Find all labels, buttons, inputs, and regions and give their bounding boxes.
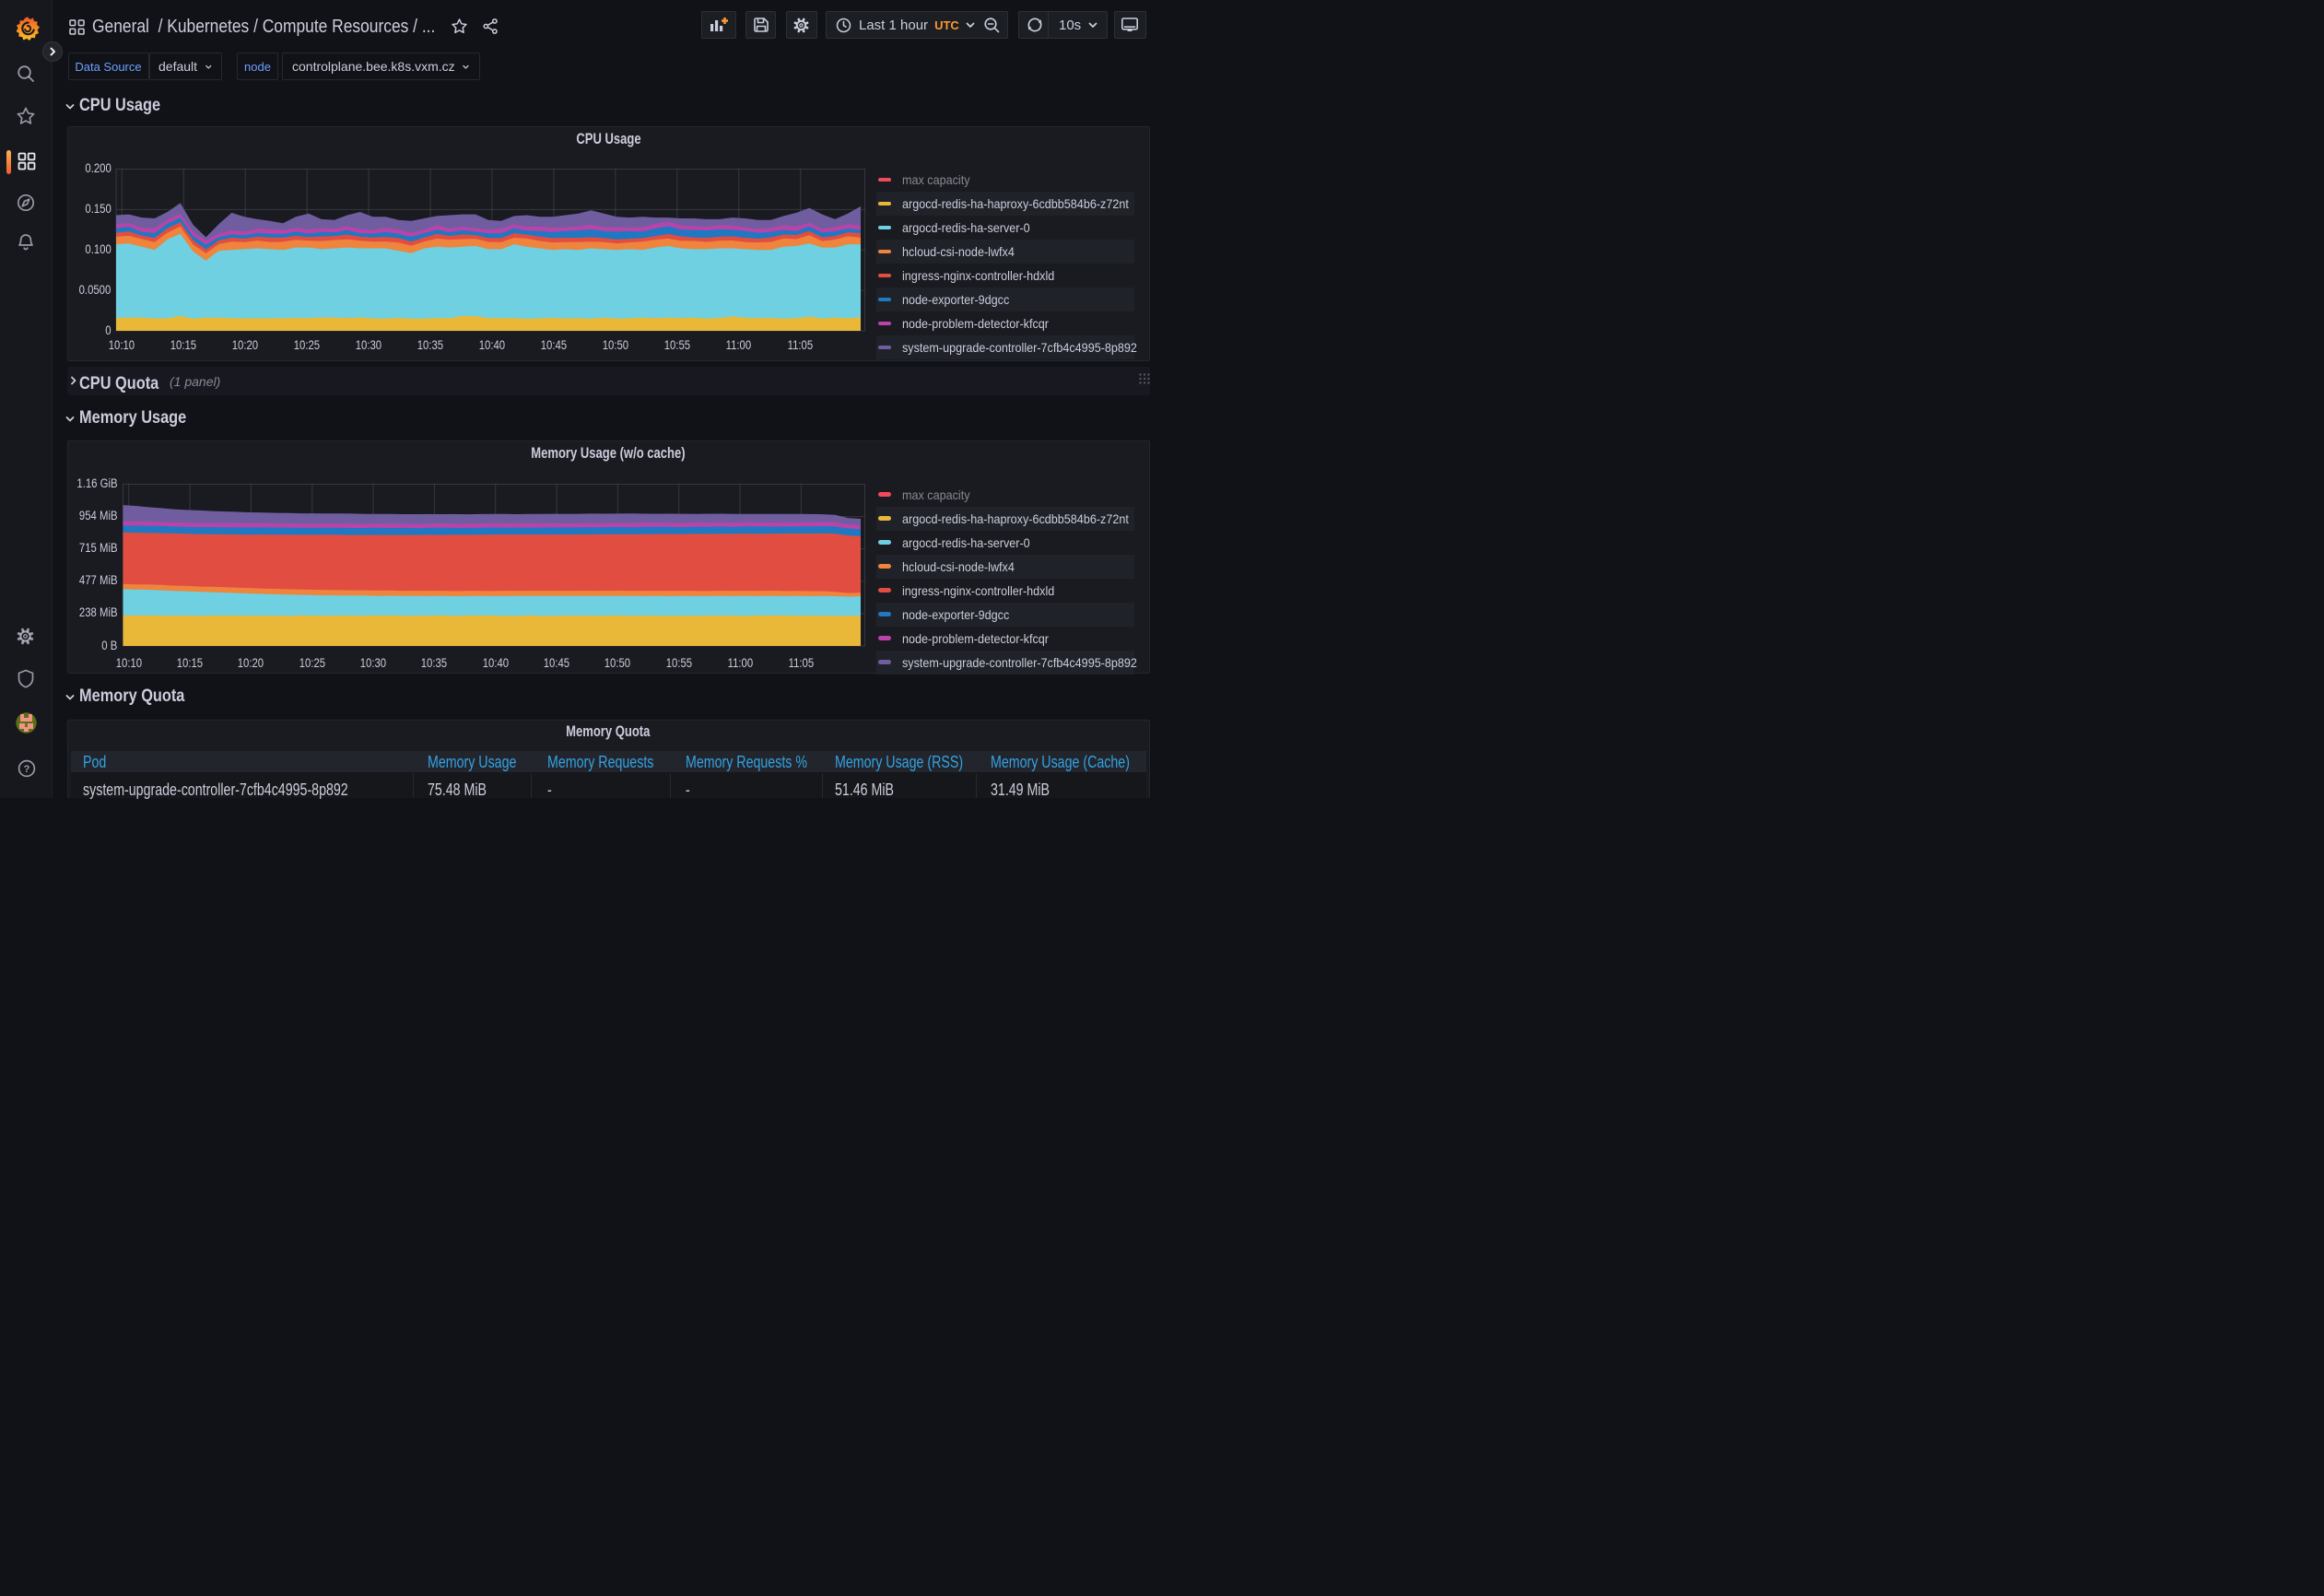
svg-text:?: ? (23, 764, 29, 775)
